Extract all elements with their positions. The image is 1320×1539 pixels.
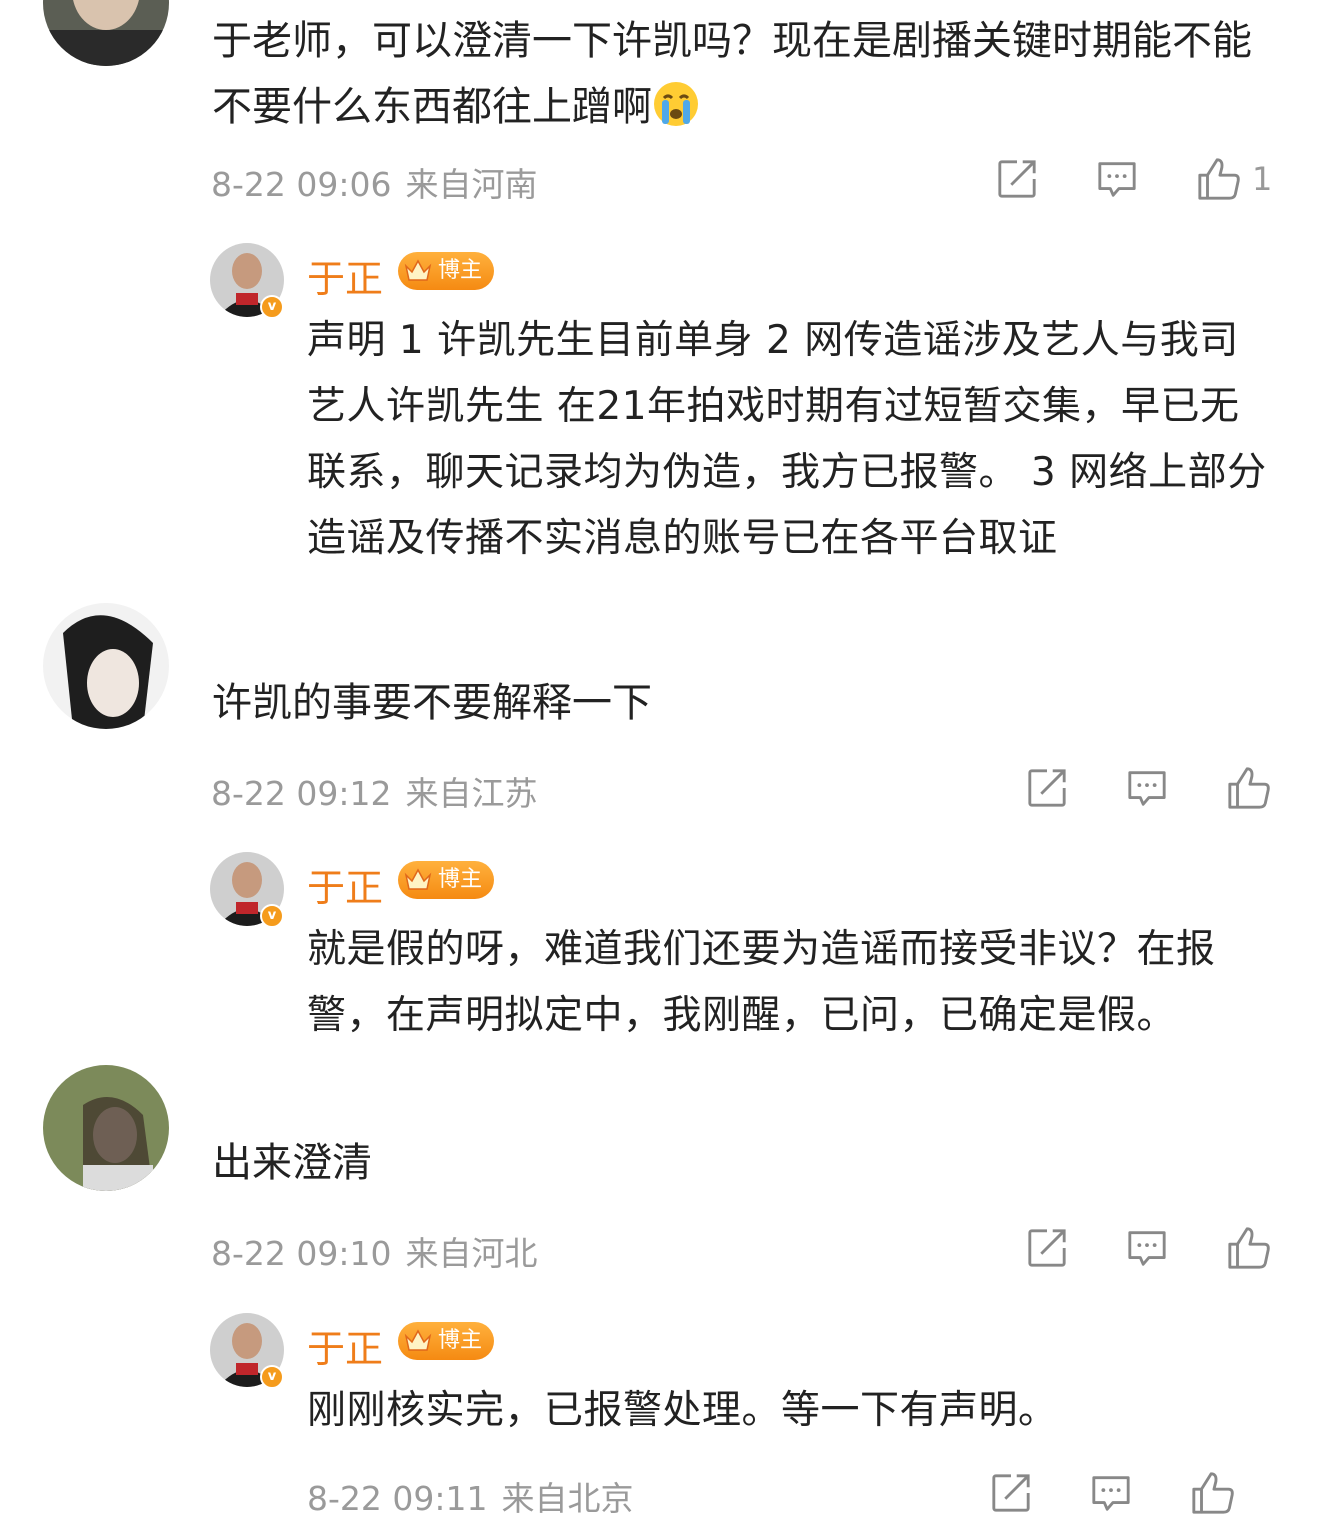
comment-meta: 8-22 09:10 来自河北 (211, 1227, 552, 1275)
like-icon[interactable] (1226, 1225, 1272, 1271)
commenter-avatar[interactable] (43, 1065, 169, 1191)
crown-icon (404, 1329, 432, 1351)
verified-icon: v (260, 904, 284, 928)
verified-icon: v (260, 295, 284, 319)
blogger-name[interactable]: 于正 (307, 248, 383, 303)
comment-location: 来自河北 (405, 1234, 538, 1273)
blogger-name[interactable]: 于正 (307, 857, 383, 912)
crown-icon (404, 259, 432, 281)
comment-icon[interactable] (1090, 1472, 1132, 1514)
reply-date: 8-22 09:11 (307, 1479, 488, 1518)
share-icon[interactable] (1026, 1227, 1068, 1269)
comment-text: 出来澄清 (212, 1140, 372, 1186)
reply-text: 就是假的呀，难道我们还要为造谣而接受非议？在报警，在声明拟定中，我刚醒，已问，已… (307, 927, 1216, 1038)
reply-actions (990, 1470, 1236, 1516)
comment-location: 来自河南 (405, 165, 538, 204)
comment-actions (1026, 1225, 1272, 1271)
blogger-badge: 博主 (398, 252, 494, 290)
comment-icon[interactable] (1126, 767, 1168, 809)
comment-location: 来自江苏 (405, 774, 538, 813)
like-icon[interactable] (1190, 1470, 1236, 1516)
reply-text: 声明 1 许凯先生目前单身 2 网传造谣涉及艺人与我司艺人许凯先生 在21年拍戏… (307, 318, 1267, 561)
reply-location: 来自北京 (501, 1479, 634, 1518)
blogger-badge: 博主 (398, 1322, 494, 1360)
verified-icon: v (260, 1365, 284, 1389)
blogger-name[interactable]: 于正 (307, 1318, 383, 1373)
reply-meta: 8-22 09:11 来自北京 (307, 1472, 648, 1520)
comment-date: 8-22 09:12 (211, 774, 392, 813)
share-icon[interactable] (990, 1472, 1032, 1514)
share-icon[interactable] (996, 158, 1038, 200)
like-count: 1 (1252, 160, 1273, 198)
commenter-avatar[interactable] (43, 603, 169, 729)
comment-date: 8-22 09:10 (211, 1234, 392, 1273)
blogger-badge: 博主 (398, 861, 494, 899)
comment-meta: 8-22 09:12 来自江苏 (211, 767, 552, 815)
crown-icon (404, 868, 432, 890)
like-icon[interactable] (1196, 156, 1242, 202)
comment-actions (1026, 765, 1272, 811)
comment-meta: 8-22 09:06 来自河南 (211, 158, 552, 206)
reply-text: 刚刚核实完，已报警处理。等一下有声明。 (307, 1388, 1058, 1433)
commenter-avatar[interactable] (43, 0, 169, 66)
comment-actions: 1 (996, 156, 1272, 202)
comment-date: 8-22 09:06 (211, 165, 392, 204)
comment-icon[interactable] (1126, 1227, 1168, 1269)
comment-icon[interactable] (1096, 158, 1138, 200)
crying-face-emoji (652, 80, 700, 128)
share-icon[interactable] (1026, 767, 1068, 809)
comment-text: 于老师，可以澄清一下许凯吗？现在是剧播关键时期能不能不要什么东西都往上蹭啊 (212, 18, 1252, 130)
like-icon[interactable] (1226, 765, 1272, 811)
comment-text: 许凯的事要不要解释一下 (212, 680, 652, 726)
